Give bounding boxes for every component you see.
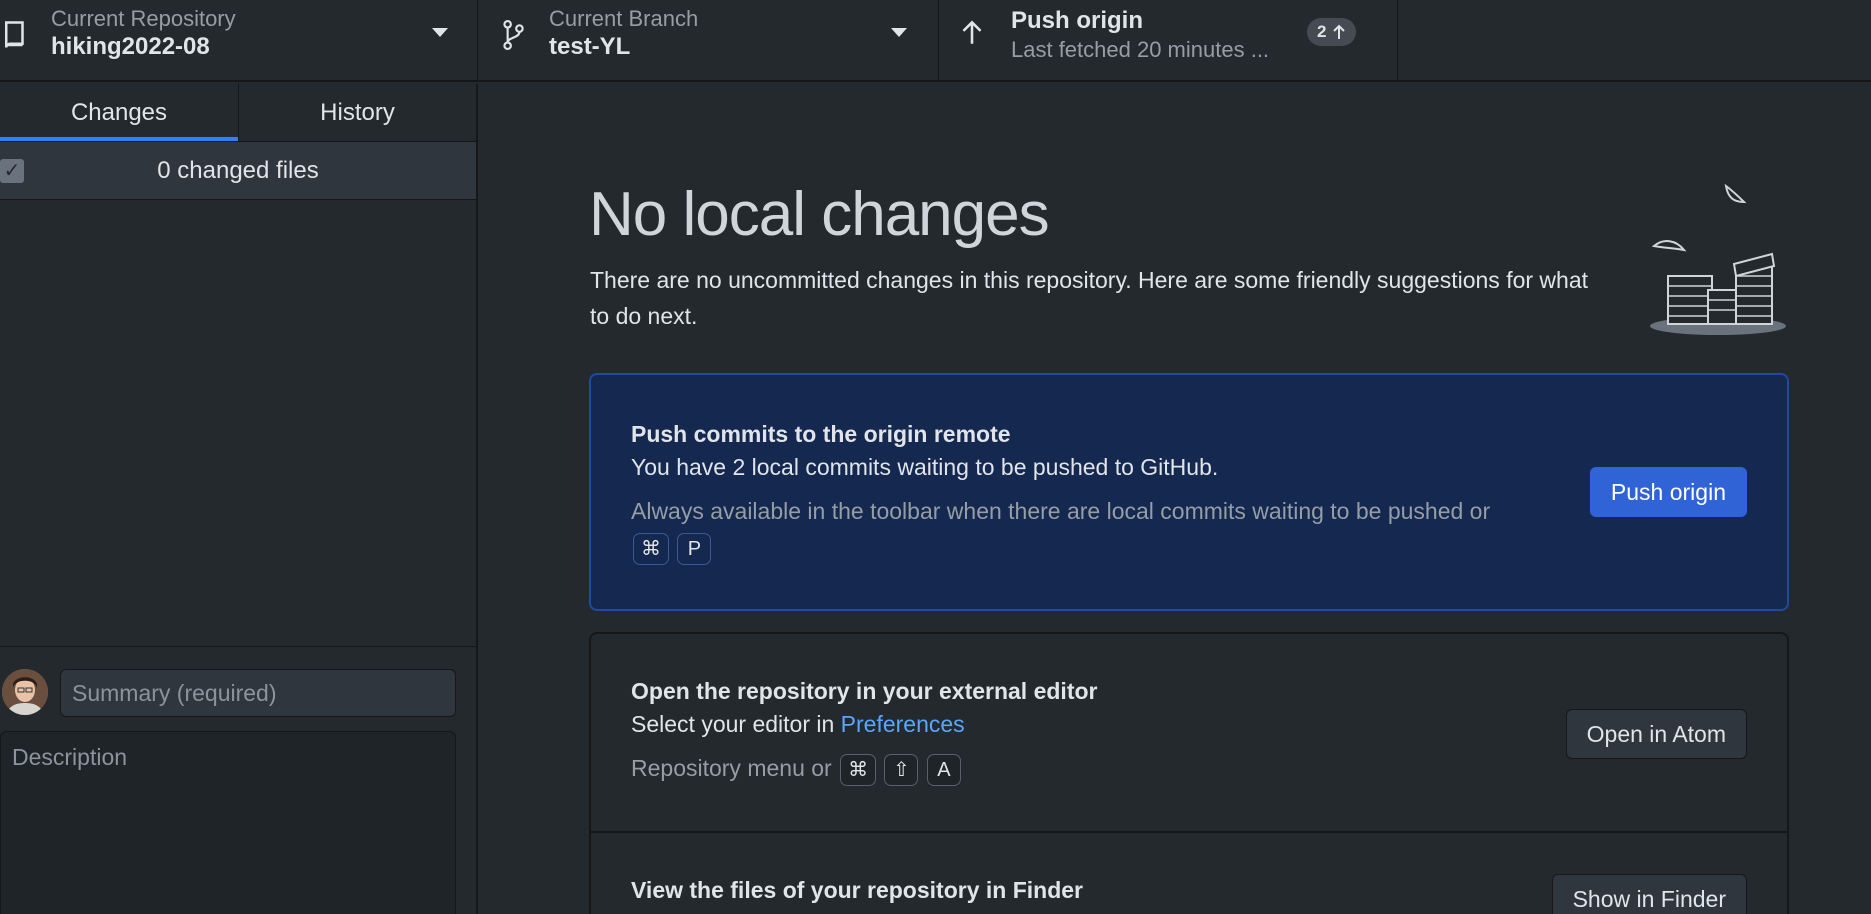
sidebar: Changes History ✓ 0 changed files [0, 84, 478, 914]
editor-card-description-text: Select your editor in [631, 711, 835, 737]
branch-text: Current Branch test-YL [549, 6, 698, 62]
branch-name: test-YL [549, 33, 631, 60]
command-key: ⌘ [840, 753, 877, 786]
tab-changes[interactable]: Changes [0, 84, 238, 141]
command-key: ⌘ [633, 532, 669, 565]
tab-history[interactable]: History [238, 84, 476, 141]
paper-stack-illustration [1650, 184, 1786, 335]
github-desktop-window: Current Repository hiking2022-08 Current… [0, 0, 1871, 914]
push-card-hint-text: Always available in the toolbar when the… [631, 498, 1491, 524]
arrow-up-icon [962, 20, 982, 44]
changed-files-header: ✓ 0 changed files [0, 142, 476, 200]
sidebar-tabs: Changes History [0, 84, 476, 142]
push-text: Push origin Last fetched 20 minutes ... [1011, 6, 1269, 64]
changed-files-count: 0 changed files [157, 156, 319, 184]
repository-name: hiking2022-08 [51, 33, 210, 60]
branch-icon [503, 20, 524, 50]
push-origin-action-button[interactable]: Push origin [1589, 467, 1747, 517]
chevron-down-icon [432, 28, 448, 37]
card-divider [591, 831, 1787, 833]
push-commits-card: Push commits to the origin remote You ha… [589, 373, 1789, 611]
branch-label: Current Branch [549, 6, 699, 31]
current-repository-selector[interactable]: Current Repository hiking2022-08 [0, 0, 478, 82]
push-title: Push origin [1011, 7, 1143, 34]
arrow-up-icon [1333, 24, 1346, 39]
suggestions-card: Open the repository in your external edi… [589, 632, 1789, 914]
preferences-link[interactable]: Preferences [841, 711, 965, 737]
push-card-hint: Always available in the toolbar when the… [631, 493, 1501, 565]
open-in-editor-button[interactable]: Open in Atom [1565, 709, 1747, 759]
select-all-checkbox[interactable]: ✓ [0, 159, 24, 183]
repo-icon [5, 21, 24, 48]
p-key: P [677, 532, 712, 565]
push-origin-button[interactable]: Push origin Last fetched 20 minutes ... … [939, 0, 1398, 82]
shift-key: ⇧ [884, 753, 919, 786]
toolbar: Current Repository hiking2022-08 Current… [0, 0, 1871, 82]
intro-text: There are no uncommitted changes in this… [590, 267, 1589, 329]
repository-label: Current Repository [51, 6, 236, 31]
page-title: No local changes [589, 180, 1050, 249]
show-in-finder-button[interactable]: Show in Finder [1551, 874, 1747, 914]
repository-text: Current Repository hiking2022-08 [51, 6, 236, 62]
summary-input[interactable] [60, 669, 456, 717]
current-branch-selector[interactable]: Current Branch test-YL [478, 0, 939, 82]
description-input[interactable] [0, 731, 456, 914]
avatar [2, 669, 48, 715]
user-avatar-image [2, 669, 48, 715]
a-key: A [926, 753, 961, 786]
commit-message-area [0, 646, 476, 914]
last-fetched-text: Last fetched 20 minutes ... [1011, 37, 1270, 62]
check-icon: ✓ [3, 160, 21, 182]
main-content: No local changes There are no uncommitte… [480, 84, 1871, 914]
chevron-down-icon [891, 28, 907, 37]
ahead-count-badge: 2 [1307, 18, 1357, 46]
editor-card-title: Open the repository in your external edi… [631, 678, 1098, 704]
ahead-count: 2 [1317, 22, 1327, 41]
push-card-title: Push commits to the origin remote [631, 421, 1011, 447]
editor-card-hint-text: Repository menu or [631, 755, 832, 781]
